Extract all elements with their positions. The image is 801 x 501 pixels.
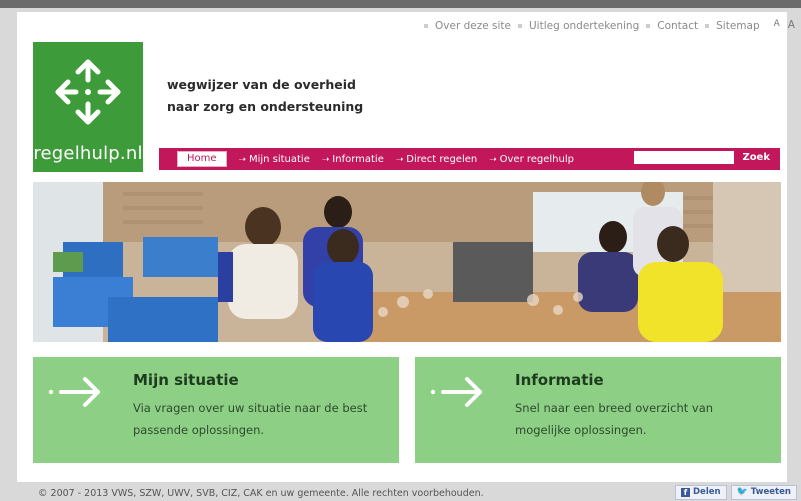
card-description: Via vragen over uw situatie naar de best… [133, 401, 368, 437]
arrow-right-icon [430, 377, 482, 407]
card-title: Informatie [515, 371, 604, 389]
tagline-line-2: naar zorg en ondersteuning [167, 99, 364, 114]
separator [646, 24, 651, 28]
search-input[interactable] [634, 151, 735, 164]
main-navigation: Home Mijn situatie Informatie Direct reg… [159, 148, 780, 170]
font-size-medium-button[interactable]: A [788, 19, 795, 33]
tagline-line-1: wegwijzer van de overheid [167, 77, 356, 92]
hero-photo [33, 182, 781, 342]
nav-link-over-regelhulp[interactable]: Over regelhulp [489, 154, 574, 165]
nav-link-direct-regelen[interactable]: Direct regelen [396, 154, 477, 165]
card-informatie[interactable]: Informatie Snel naar een breed overzicht… [415, 357, 781, 463]
nav-home-tab[interactable]: Home [177, 151, 227, 167]
site-tagline: wegwijzer van de overheid naar zorg en o… [167, 74, 363, 118]
browser-top-strip [0, 0, 801, 8]
font-size-small-button[interactable]: A [774, 19, 780, 33]
separator [705, 24, 710, 28]
logo-text: regelhulp.nl [33, 143, 143, 164]
social-share-buttons: f Delen 🐦 Tweeten [675, 485, 797, 500]
utility-link-sitemap[interactable]: Sitemap [716, 20, 760, 32]
site-logo[interactable]: regelhulp.nl [33, 42, 143, 172]
search-form: Zoek [634, 151, 774, 164]
search-button[interactable]: Zoek [742, 152, 770, 163]
tweet-label: Tweeten [750, 487, 791, 497]
twitter-tweet-button[interactable]: 🐦 Tweeten [730, 485, 797, 500]
nav-link-mijn-situatie[interactable]: Mijn situatie [239, 154, 310, 165]
nav-link-informatie[interactable]: Informatie [322, 154, 384, 165]
facebook-share-button[interactable]: f Delen [675, 485, 727, 500]
separator [518, 24, 522, 28]
share-label: Delen [693, 487, 721, 497]
directions-arrows-icon [55, 59, 121, 125]
separator [424, 24, 428, 28]
card-title: Mijn situatie [133, 371, 239, 389]
arrow-right-icon [48, 377, 100, 407]
card-mijn-situatie[interactable]: Mijn situatie Via vragen over uw situati… [33, 357, 399, 463]
footer-copyright: © 2007 - 2013 VWS, SZW, UWV, SVB, CIZ, C… [38, 488, 484, 499]
twitter-icon: 🐦 [736, 487, 748, 497]
utility-link-over-deze-site[interactable]: Over deze site [435, 20, 511, 32]
utility-nav: Over deze site Uitleg ondertekening Cont… [417, 18, 801, 34]
font-size-controls: A A A [774, 19, 801, 33]
page-container: Over deze site Uitleg ondertekening Cont… [17, 12, 795, 482]
facebook-icon: f [681, 488, 690, 497]
utility-link-uitleg-ondertekening[interactable]: Uitleg ondertekening [529, 20, 639, 32]
utility-link-contact[interactable]: Contact [657, 20, 698, 32]
card-description: Snel naar een breed overzicht van mogeli… [515, 401, 714, 437]
workshop-photo-image [33, 182, 781, 342]
